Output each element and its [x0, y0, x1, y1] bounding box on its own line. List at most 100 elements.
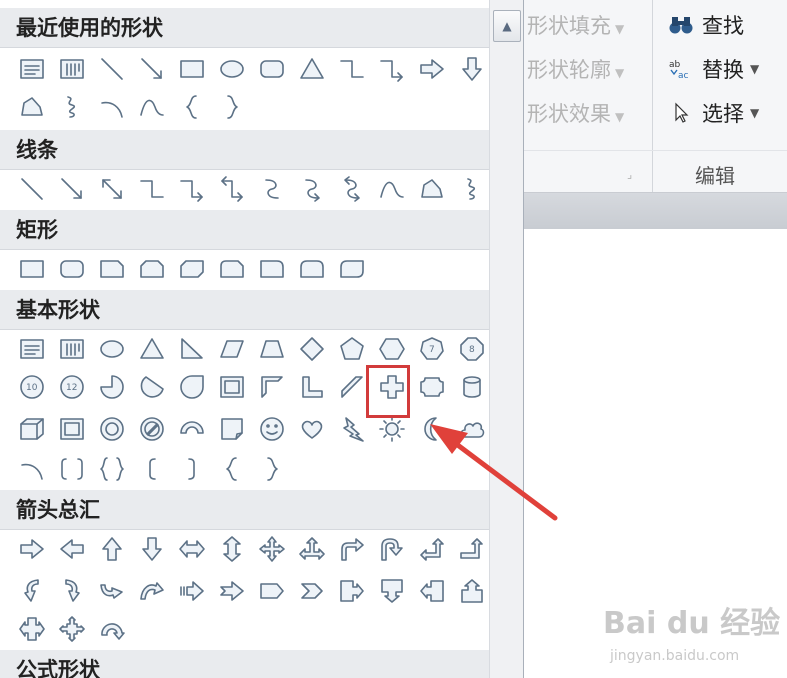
right-arrow-callout-icon[interactable]: [332, 576, 372, 606]
round-single-corner-rectangle-icon[interactable]: [252, 254, 292, 284]
right-arrow-icon[interactable]: [12, 534, 52, 564]
bevel-icon[interactable]: [52, 414, 92, 444]
shape-effects-button[interactable]: 形状效果 ▼: [527, 98, 624, 128]
left-right-arrow-icon[interactable]: [172, 534, 212, 564]
curved-right-arrow-icon[interactable]: [12, 576, 52, 606]
arc-icon[interactable]: [12, 454, 52, 484]
half-frame-icon[interactable]: [252, 372, 292, 402]
triangle-icon[interactable]: [292, 54, 332, 84]
freeform-icon[interactable]: [12, 92, 52, 122]
notched-right-arrow-icon[interactable]: [212, 576, 252, 606]
left-brace-icon[interactable]: [212, 454, 252, 484]
quad-arrow-callout-icon[interactable]: [52, 614, 92, 644]
parallelogram-icon[interactable]: [212, 334, 252, 364]
pentagon-arrow-icon[interactable]: [252, 576, 292, 606]
left-brace-icon[interactable]: [172, 92, 212, 122]
freeform-icon[interactable]: [412, 174, 452, 204]
scribble-icon[interactable]: [52, 92, 92, 122]
l-shape-icon[interactable]: [292, 372, 332, 402]
double-bracket-icon[interactable]: [52, 454, 92, 484]
right-bracket-icon[interactable]: [172, 454, 212, 484]
u-turn-arrow-icon[interactable]: [372, 534, 412, 564]
left-bracket-icon[interactable]: [132, 454, 172, 484]
replace-button[interactable]: ab ac 替换 ▼: [668, 54, 759, 84]
round-diagonal-rectangle-icon[interactable]: [332, 254, 372, 284]
chord-icon[interactable]: [132, 372, 172, 402]
curved-down-arrow-icon[interactable]: [132, 576, 172, 606]
can-icon[interactable]: [452, 372, 492, 402]
cloud-icon[interactable]: [452, 414, 492, 444]
octagon-icon[interactable]: 8: [452, 334, 492, 364]
elbow-connector-icon[interactable]: [132, 174, 172, 204]
double-arrow-line-icon[interactable]: [92, 174, 132, 204]
dodecagon-icon[interactable]: 12: [52, 372, 92, 402]
snip-diagonal-rectangle-icon[interactable]: [172, 254, 212, 284]
teardrop-icon[interactable]: [172, 372, 212, 402]
double-brace-icon[interactable]: [92, 454, 132, 484]
curved-left-arrow-icon[interactable]: [52, 576, 92, 606]
pie-icon[interactable]: [92, 372, 132, 402]
elbow-connector-icon[interactable]: [332, 54, 372, 84]
heptagon-icon[interactable]: 7: [412, 334, 452, 364]
up-down-arrow-icon[interactable]: [212, 534, 252, 564]
find-button[interactable]: 查找: [668, 10, 744, 40]
trapezoid-icon[interactable]: [252, 334, 292, 364]
curved-up-arrow-icon[interactable]: [92, 576, 132, 606]
rectangle-icon[interactable]: [12, 254, 52, 284]
round-same-side-rectangle-icon[interactable]: [292, 254, 332, 284]
block-arc-icon[interactable]: [172, 414, 212, 444]
cube-icon[interactable]: [12, 414, 52, 444]
gallery-scrollbar[interactable]: ▲: [489, 0, 523, 678]
quad-arrow-icon[interactable]: [252, 534, 292, 564]
vertical-text-box-icon[interactable]: [52, 54, 92, 84]
right-brace-icon[interactable]: [252, 454, 292, 484]
sun-icon[interactable]: [372, 414, 412, 444]
arc-icon[interactable]: [92, 92, 132, 122]
bent-up-arrow-icon[interactable]: [452, 534, 492, 564]
down-arrow-callout-icon[interactable]: [372, 576, 412, 606]
moon-icon[interactable]: [412, 414, 452, 444]
arrow-line-icon[interactable]: [52, 174, 92, 204]
donut-icon[interactable]: [92, 414, 132, 444]
plaque-icon[interactable]: [412, 372, 452, 402]
up-arrow-callout-icon[interactable]: [452, 576, 492, 606]
left-up-arrow-icon[interactable]: [412, 534, 452, 564]
down-arrow-icon[interactable]: [132, 534, 172, 564]
lightning-bolt-icon[interactable]: [332, 414, 372, 444]
hexagon-icon[interactable]: [372, 334, 412, 364]
decagon-icon[interactable]: 10: [12, 372, 52, 402]
scroll-up-button[interactable]: ▲: [493, 10, 521, 42]
smiley-face-icon[interactable]: [252, 414, 292, 444]
left-right-up-arrow-icon[interactable]: [292, 534, 332, 564]
striped-right-arrow-icon[interactable]: [172, 576, 212, 606]
oval-icon[interactable]: [92, 334, 132, 364]
oval-icon[interactable]: [212, 54, 252, 84]
arrow-line-icon[interactable]: [132, 54, 172, 84]
line-icon[interactable]: [92, 54, 132, 84]
right-triangle-icon[interactable]: [172, 334, 212, 364]
pentagon-icon[interactable]: [332, 334, 372, 364]
rounded-rectangle-icon[interactable]: [252, 54, 292, 84]
right-arrow-icon[interactable]: [412, 54, 452, 84]
curve-icon[interactable]: [372, 174, 412, 204]
vertical-text-box-icon[interactable]: [52, 334, 92, 364]
curved-arrow-connector-icon[interactable]: [292, 174, 332, 204]
curved-double-arrow-connector-icon[interactable]: [332, 174, 372, 204]
chevron-arrow-icon[interactable]: [292, 576, 332, 606]
isosceles-triangle-icon[interactable]: [132, 334, 172, 364]
right-brace-icon[interactable]: [212, 92, 252, 122]
text-box-icon[interactable]: [12, 54, 52, 84]
shape-outline-button[interactable]: 形状轮廓 ▼: [527, 54, 624, 84]
no-symbol-icon[interactable]: [132, 414, 172, 444]
folded-corner-icon[interactable]: [212, 414, 252, 444]
diamond-icon[interactable]: [292, 334, 332, 364]
up-arrow-icon[interactable]: [92, 534, 132, 564]
left-right-arrow-callout-icon[interactable]: [12, 614, 52, 644]
left-arrow-icon[interactable]: [52, 534, 92, 564]
select-button[interactable]: 选择 ▼: [668, 98, 759, 128]
elbow-double-arrow-connector-icon[interactable]: [212, 174, 252, 204]
line-icon[interactable]: [12, 174, 52, 204]
bent-arrow-icon[interactable]: [332, 534, 372, 564]
rounded-rectangle-icon[interactable]: [52, 254, 92, 284]
rectangle-icon[interactable]: [172, 54, 212, 84]
